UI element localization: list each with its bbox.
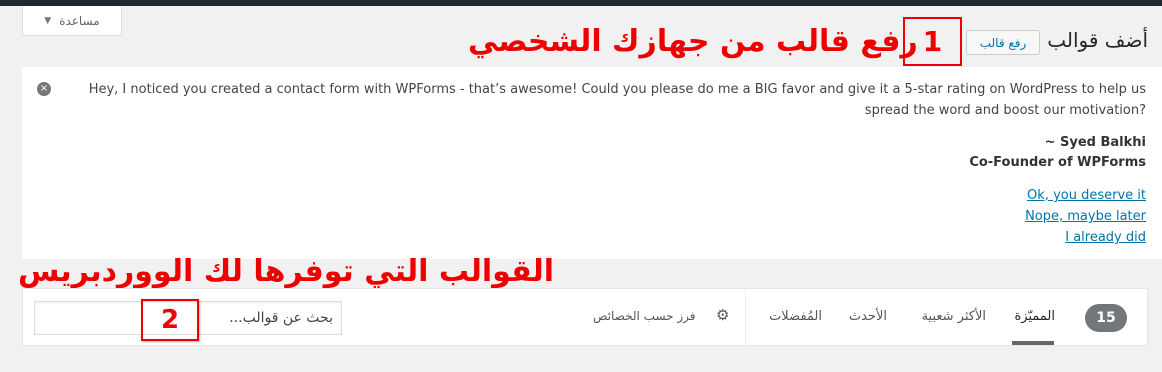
active-tab-indicator: [1012, 341, 1054, 345]
annotation-number-1: 1: [922, 25, 943, 58]
tab-latest[interactable]: الأحدث: [849, 309, 887, 324]
admin-top-bar: [0, 0, 1162, 6]
annotation-box-2: 2: [141, 299, 199, 341]
annotation-number-2: 2: [160, 305, 180, 335]
notice-link-deserve-it[interactable]: Ok, you deserve it: [1027, 188, 1146, 203]
notice-signature-title: Co-Founder of WPForms: [969, 155, 1146, 170]
feature-filter-button[interactable]: فرز حسب الخصائص: [593, 309, 696, 323]
notice-message: Hey, I noticed you created a contact for…: [88, 82, 1146, 118]
tab-featured[interactable]: المميّزة: [1014, 309, 1055, 324]
notice-link-maybe-later[interactable]: Nope, maybe later: [1025, 209, 1146, 224]
notice-signature-name: ~ Syed Balkhi: [1044, 135, 1146, 150]
divider: [745, 289, 746, 347]
theme-count-badge: 15: [1085, 304, 1127, 332]
notice-link-already-did[interactable]: I already did: [1065, 230, 1146, 245]
tab-favorites[interactable]: المُفضلات: [769, 309, 822, 324]
annotation-text-upload: رفع قالب من جهازك الشخصي: [468, 24, 918, 59]
gear-icon: ⚙: [716, 306, 730, 324]
dismiss-icon[interactable]: ×: [37, 82, 51, 96]
page-title: أضف قوالب: [1047, 28, 1148, 52]
annotation-text-themes: القوالب التي توفرها لك الووردبريس: [18, 254, 555, 289]
wpforms-rating-notice: × Hey, I noticed you created a contact f…: [22, 67, 1162, 259]
upload-theme-button[interactable]: رفع قالب: [966, 30, 1040, 55]
help-tab-label: مساعدة: [59, 13, 100, 28]
help-tab-button[interactable]: مساعدة ▼: [22, 6, 122, 36]
caret-down-icon: ▼: [44, 15, 52, 26]
tab-popular[interactable]: الأكثر شعبية: [922, 309, 986, 324]
